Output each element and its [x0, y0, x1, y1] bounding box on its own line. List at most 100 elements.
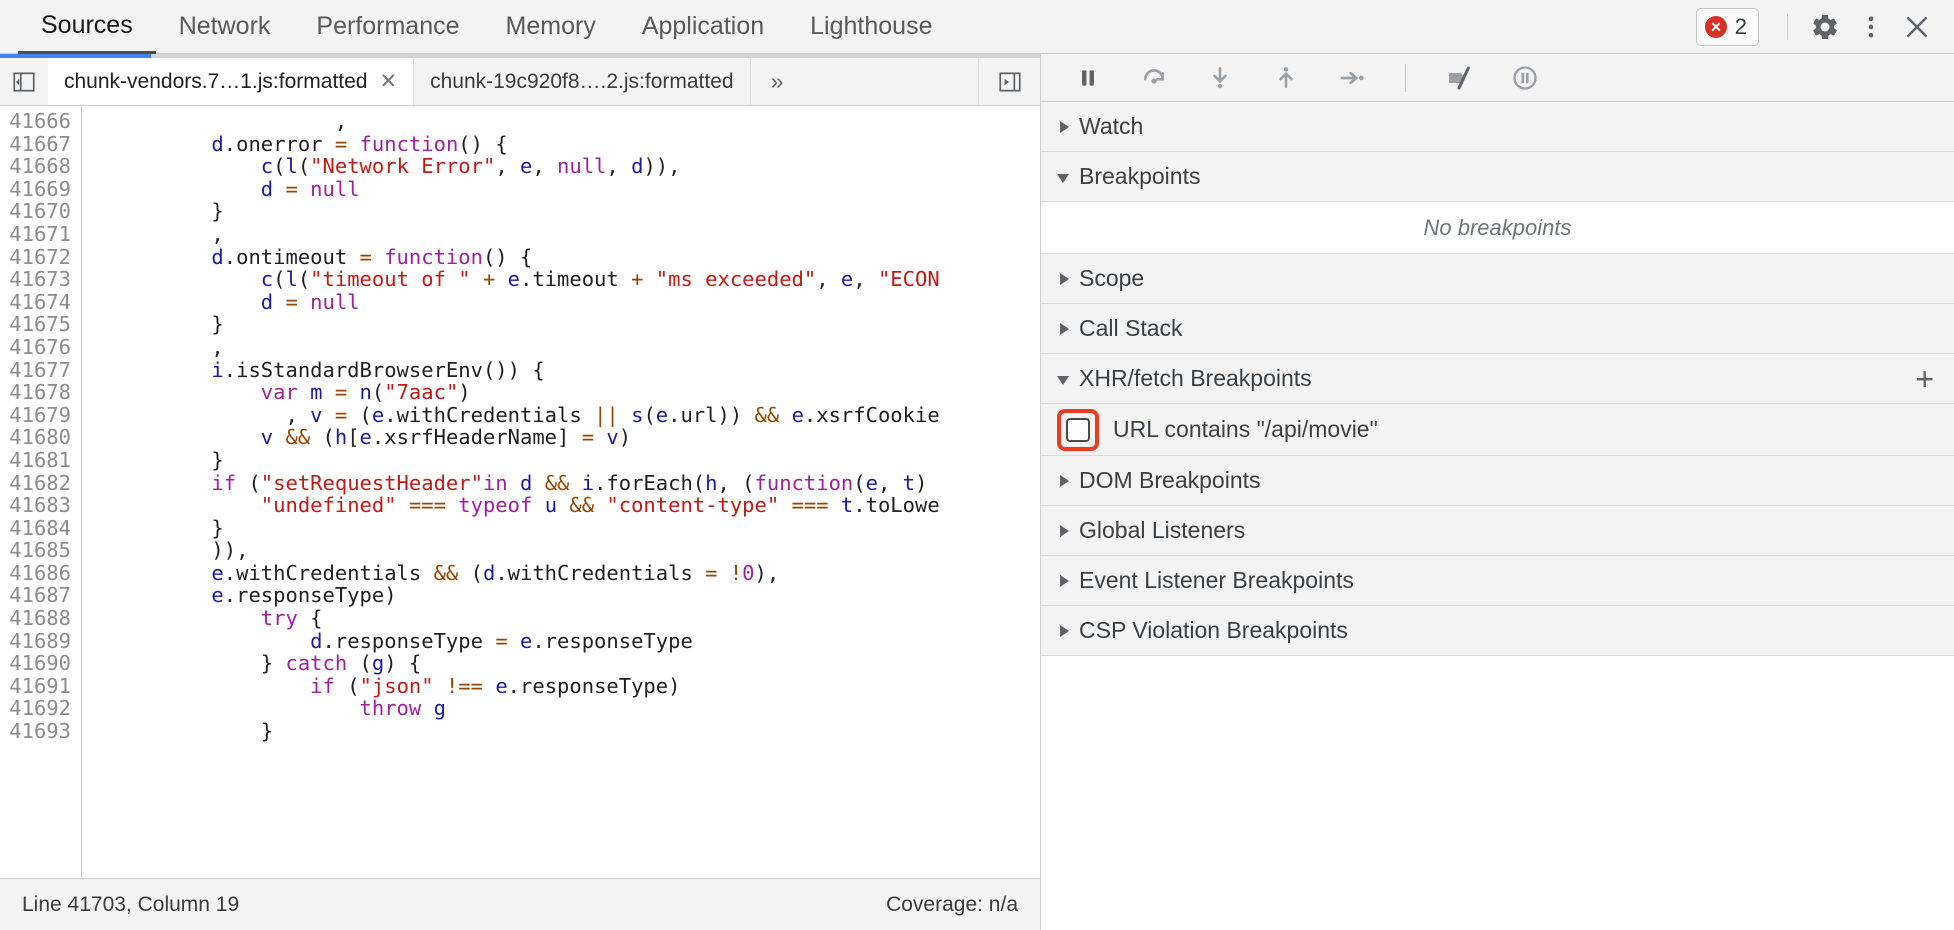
sidebar-section-csp-violation-breakpoints[interactable]: CSP Violation Breakpoints — [1041, 606, 1954, 656]
code-line[interactable]: if ("setRequestHeader"in d && i.forEach(… — [88, 470, 1040, 495]
code-token: e — [791, 402, 804, 427]
code-editor[interactable]: 41666 41667 41668 41669 41670 41671 41672 41673… — [0, 106, 1040, 878]
gear-icon[interactable] — [1802, 4, 1848, 50]
show-navigator-icon[interactable] — [0, 58, 48, 105]
code-line[interactable]: c(l("Network Error", e, null, d)), — [88, 155, 1040, 178]
sidebar-section-breakpoints[interactable]: Breakpoints — [1041, 152, 1954, 202]
code-token: if — [211, 470, 237, 495]
pause-icon[interactable] — [1067, 57, 1109, 99]
code-token: d — [631, 154, 644, 179]
code-line[interactable]: , v = (e.withCredentials || s(e.url)) &&… — [88, 402, 1040, 427]
line-number: 41690 — [9, 651, 71, 676]
file-tabstrip: chunk-vendors.7…1.js:formatted ✕ chunk-19c… — [0, 58, 1040, 106]
code-token: "ECON — [877, 267, 940, 292]
panel-tab-memory[interactable]: Memory — [483, 0, 619, 54]
chevron-right-icon[interactable] — [1060, 524, 1069, 537]
code-content[interactable]: , d.onerror = function() { c(l("Network … — [82, 106, 1040, 878]
code-line[interactable]: var m = n("7aac") — [88, 381, 1040, 404]
code-token: , — [88, 221, 224, 246]
sidebar-section-scope[interactable]: Scope — [1041, 254, 1954, 304]
code-line[interactable]: , — [88, 110, 1040, 133]
code-token: d — [260, 289, 274, 314]
code-line[interactable]: d = null — [88, 177, 1040, 201]
chevron-right-icon[interactable] — [1060, 624, 1069, 637]
panel-tab-sources[interactable]: Sources — [18, 0, 156, 54]
code-line[interactable]: )), — [88, 539, 1040, 562]
panel-tab-application[interactable]: Application — [619, 0, 787, 54]
code-line[interactable]: try { — [88, 607, 1040, 630]
step-out-icon[interactable] — [1265, 57, 1307, 99]
main-content: chunk-vendors.7…1.js:formatted ✕ chunk-19c… — [0, 54, 1954, 930]
code-line[interactable]: if ("json" !== e.responseType) — [88, 675, 1040, 698]
chevron-down-icon[interactable] — [1057, 173, 1069, 183]
code-line[interactable]: } — [88, 313, 1040, 336]
chevron-right-icon[interactable] — [1060, 272, 1069, 285]
code-line[interactable]: } — [88, 449, 1040, 472]
pause-on-exceptions-icon[interactable] — [1504, 57, 1546, 99]
code-line[interactable]: c(l("timeout of " + e.timeout + "ms exce… — [88, 268, 1040, 291]
xhr-breakpoint-checkbox[interactable] — [1066, 417, 1090, 442]
code-token: i — [581, 470, 595, 495]
add-breakpoint-icon[interactable]: + — [1915, 363, 1954, 395]
code-line[interactable]: } — [88, 516, 1040, 540]
chevron-right-icon[interactable] — [1060, 322, 1069, 335]
code-line[interactable]: , — [88, 223, 1040, 246]
code-token: ) { — [384, 651, 422, 676]
code-token: g — [433, 696, 446, 721]
code-line[interactable]: e.responseType) — [88, 584, 1040, 607]
sidebar-section-event-listener-breakpoints[interactable]: Event Listener Breakpoints — [1041, 556, 1954, 606]
sidebar-section-watch[interactable]: Watch — [1041, 102, 1954, 152]
chevron-right-icon[interactable] — [1060, 474, 1069, 487]
code-token: } — [88, 651, 286, 676]
sidebar-section-global-listeners[interactable]: Global Listeners — [1041, 506, 1954, 556]
sidebar-section-dom-breakpoints[interactable]: DOM Breakpoints — [1041, 456, 1954, 506]
more-tabs-button[interactable]: » — [751, 58, 804, 105]
chevron-down-icon[interactable] — [1057, 375, 1069, 385]
step-over-icon[interactable] — [1133, 57, 1175, 99]
kebab-menu-icon[interactable] — [1848, 4, 1894, 50]
code-line[interactable]: e.withCredentials && (d.withCredentials … — [88, 562, 1040, 585]
line-number: 41685 — [9, 538, 71, 563]
code-token: .responseType — [532, 628, 693, 653]
code-line[interactable]: throw g — [88, 697, 1040, 720]
file-tab[interactable]: chunk-vendors.7…1.js:formatted ✕ — [48, 58, 415, 105]
sidebar-section-label: CSP Violation Breakpoints — [1079, 617, 1348, 643]
code-token: = — [705, 560, 718, 585]
chevron-right-icon[interactable] — [1060, 120, 1069, 133]
code-line[interactable]: v && (h[e.xsrfHeaderName] = v) — [88, 426, 1040, 449]
code-line[interactable]: d = null — [88, 289, 1040, 314]
sidebar-section-call-stack[interactable]: Call Stack — [1041, 304, 1954, 354]
sidebar-section-xhr-fetch-breakpoints[interactable]: XHR/fetch Breakpoints + — [1041, 354, 1954, 404]
chevron-right-icon[interactable] — [1060, 574, 1069, 587]
code-line[interactable]: d.ontimeout = function() { — [88, 245, 1040, 269]
panel-tab-network[interactable]: Network — [156, 0, 294, 54]
code-line[interactable]: , — [88, 336, 1040, 359]
code-line[interactable]: d.responseType = e.responseType — [88, 628, 1040, 653]
close-icon[interactable] — [1894, 4, 1940, 50]
code-token: ! — [729, 560, 743, 585]
deactivate-breakpoints-icon[interactable] — [1438, 57, 1480, 99]
code-line[interactable]: d.onerror = function() { — [88, 132, 1040, 156]
show-debugger-icon[interactable] — [978, 58, 1040, 105]
error-count-badge[interactable]: 2 — [1695, 7, 1759, 46]
file-tab-close-icon[interactable]: ✕ — [379, 71, 397, 92]
code-token: catch — [285, 651, 348, 676]
panel-tab-performance[interactable]: Performance — [293, 0, 482, 54]
code-line[interactable]: i.isStandardBrowserEnv()) { — [88, 358, 1040, 382]
code-line[interactable]: "undefined" === typeof u && "content-typ… — [88, 494, 1040, 517]
code-token: ( — [643, 402, 656, 427]
code-line[interactable]: } catch (g) { — [88, 652, 1040, 675]
step-into-icon[interactable] — [1199, 57, 1241, 99]
panel-tab-lighthouse[interactable]: Lighthouse — [787, 0, 955, 54]
code-token: ( — [297, 154, 311, 179]
code-line[interactable]: } — [88, 720, 1040, 743]
step-icon[interactable] — [1331, 57, 1373, 99]
file-tab[interactable]: chunk-19c920f8….2.js:formatted — [414, 58, 751, 105]
xhr-breakpoint-row[interactable]: URL contains "/api/movie" — [1041, 404, 1954, 456]
code-token: ) — [618, 425, 632, 450]
code-line[interactable]: } — [88, 200, 1040, 223]
